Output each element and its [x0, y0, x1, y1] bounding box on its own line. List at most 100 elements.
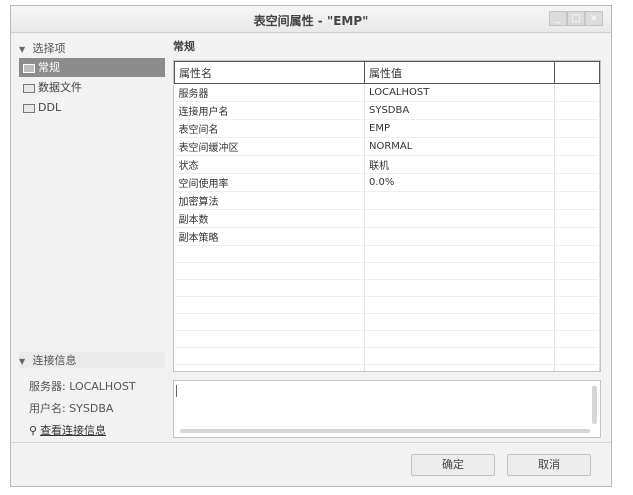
empty-cell — [174, 330, 365, 348]
minimize-button[interactable]: _ — [549, 11, 567, 26]
table-row[interactable]: 连接用户名 SYSDBA — [174, 101, 600, 120]
empty-cell — [554, 155, 600, 174]
empty-cell — [554, 330, 600, 348]
window-controls: _ □ × — [549, 11, 603, 26]
property-value-cell: EMP — [364, 119, 555, 138]
title-bar: 表空间属性 - "EMP" _ □ × — [11, 6, 611, 33]
empty-cell — [554, 347, 600, 365]
empty-cell — [554, 279, 600, 297]
sidebar-item-ddl[interactable]: DDL — [19, 98, 165, 117]
property-name-cell: 表空间缓冲区 — [174, 137, 365, 156]
properties-dialog: 表空间属性 - "EMP" _ □ × ▼ 选择项 常规 数据文件 DDL ▼ … — [10, 5, 612, 487]
section-title: 常规 — [173, 40, 195, 53]
empty-cell — [174, 279, 365, 297]
table-row[interactable] — [174, 296, 600, 314]
empty-cell — [554, 313, 600, 331]
sidebar-item-label: DDL — [38, 101, 62, 114]
property-name-cell: 连接用户名 — [174, 101, 365, 120]
connection-section-header[interactable]: ▼ 连接信息 — [19, 352, 165, 368]
column-header-name[interactable]: 属性名 — [174, 61, 365, 84]
property-name-cell: 状态 — [174, 155, 365, 174]
property-value-cell: 联机 — [364, 155, 555, 174]
property-value-cell — [364, 191, 555, 210]
column-header-value[interactable]: 属性值 — [364, 61, 555, 84]
table-row[interactable]: 状态 联机 — [174, 155, 600, 174]
empty-cell — [174, 313, 365, 331]
table-row[interactable]: 加密算法 — [174, 191, 600, 210]
description-textarea[interactable] — [173, 380, 601, 438]
table-row[interactable] — [174, 313, 600, 331]
connection-icon: ⚲ — [29, 424, 38, 437]
empty-cell — [364, 364, 555, 371]
view-connection-label: 查看连接信息 — [40, 424, 107, 437]
empty-cell — [364, 245, 555, 263]
empty-cell — [554, 262, 600, 280]
empty-cell — [364, 262, 555, 280]
collapse-arrow-icon: ▼ — [19, 45, 26, 54]
table-row[interactable] — [174, 330, 600, 348]
property-name-cell: 副本数 — [174, 209, 365, 228]
sidebar-item-label: 数据文件 — [38, 81, 82, 94]
sidebar-item-datafiles[interactable]: 数据文件 — [19, 78, 165, 97]
table-row[interactable] — [174, 364, 600, 371]
column-header-extra — [554, 61, 600, 84]
property-value-cell: LOCALHOST — [364, 83, 555, 102]
empty-cell — [554, 191, 600, 210]
collapse-arrow-icon: ▼ — [19, 357, 26, 366]
empty-cell — [364, 330, 555, 348]
property-value-cell: 0.0% — [364, 173, 555, 192]
properties-grid: 属性名 属性值 服务器 LOCALHOST 连接用户名 SYSDBA 表空间名 EMP 表空… — [173, 60, 601, 372]
table-row[interactable]: 表空间名 EMP — [174, 119, 600, 138]
ok-button[interactable]: 确定 — [411, 454, 495, 476]
empty-cell — [554, 296, 600, 314]
empty-cell — [554, 83, 600, 102]
table-row[interactable]: 副本数 — [174, 209, 600, 228]
table-row[interactable]: 空间使用率 0.0% — [174, 173, 600, 192]
table-row[interactable] — [174, 347, 600, 365]
empty-cell — [364, 347, 555, 365]
property-value-cell: NORMAL — [364, 137, 555, 156]
text-caret — [176, 385, 177, 397]
property-name-cell: 加密算法 — [174, 191, 365, 210]
table-row[interactable]: 副本策略 — [174, 227, 600, 246]
sidebar-item-label: 常规 — [38, 61, 60, 74]
page-icon — [23, 63, 35, 73]
empty-cell — [364, 296, 555, 314]
options-section-header[interactable]: ▼ 选择项 — [19, 40, 165, 56]
property-value-cell — [364, 227, 555, 246]
empty-cell — [174, 262, 365, 280]
property-name-cell: 空间使用率 — [174, 173, 365, 192]
close-button[interactable]: × — [585, 11, 603, 26]
maximize-button[interactable]: □ — [567, 11, 585, 26]
sidebar-item-general[interactable]: 常规 — [19, 58, 165, 77]
table-row[interactable] — [174, 279, 600, 297]
cancel-button[interactable]: 取消 — [507, 454, 591, 476]
user-info: 用户名: SYSDBA — [29, 402, 114, 415]
empty-cell — [554, 101, 600, 120]
table-row[interactable]: 表空间缓冲区 NORMAL — [174, 137, 600, 156]
connection-header-label: 连接信息 — [32, 354, 77, 367]
empty-cell — [554, 119, 600, 138]
table-row[interactable]: 服务器 LOCALHOST — [174, 83, 600, 102]
property-name-cell: 表空间名 — [174, 119, 365, 138]
empty-cell — [554, 137, 600, 156]
empty-cell — [174, 296, 365, 314]
empty-cell — [174, 347, 365, 365]
empty-cell — [554, 245, 600, 263]
window-title: 表空间属性 - "EMP" — [253, 14, 369, 28]
table-row[interactable] — [174, 262, 600, 280]
empty-cell — [364, 279, 555, 297]
page-icon — [23, 83, 35, 93]
sidebar: ▼ 选择项 常规 数据文件 DDL ▼ 连接信息 服务器: LOCALHOST … — [17, 34, 165, 474]
footer-divider — [11, 442, 611, 443]
empty-cell — [554, 227, 600, 246]
empty-cell — [174, 245, 365, 263]
empty-cell — [364, 313, 555, 331]
table-row[interactable] — [174, 245, 600, 263]
vertical-scrollbar[interactable] — [592, 386, 597, 424]
property-name-cell: 副本策略 — [174, 227, 365, 246]
page-icon — [23, 103, 35, 113]
horizontal-scrollbar[interactable] — [180, 429, 590, 433]
empty-cell — [554, 173, 600, 192]
view-connection-link[interactable]: ⚲ 查看连接信息 — [29, 422, 106, 438]
